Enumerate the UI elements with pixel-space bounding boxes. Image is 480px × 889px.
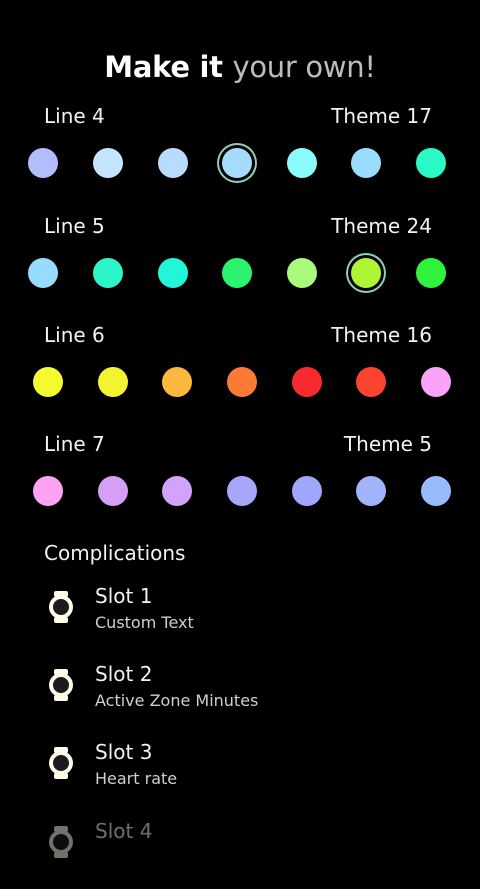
color-swatch[interactable] [351, 148, 381, 178]
line-header: Line 7 Theme 5 [0, 432, 480, 460]
line-label: Line 5 [44, 214, 105, 238]
title-part-1: Make it [104, 50, 223, 84]
color-swatch[interactable] [421, 367, 451, 397]
color-swatch[interactable] [28, 148, 58, 178]
watch-icon [48, 668, 74, 702]
color-swatch[interactable] [416, 148, 446, 178]
watch-icon [48, 590, 74, 624]
complication-slot[interactable]: Slot 2 Active Zone Minutes [0, 662, 480, 732]
theme-label: Theme 5 [343, 432, 432, 456]
color-swatch-selected[interactable] [222, 148, 252, 178]
slot-name: Slot 4 [95, 819, 153, 843]
theme-label: Theme 17 [331, 104, 432, 128]
title-part-2: your own! [232, 50, 377, 84]
complications-title: Complications [44, 541, 186, 565]
color-swatch[interactable] [33, 367, 63, 397]
color-swatch[interactable] [222, 258, 252, 288]
theme-label: Theme 24 [331, 214, 432, 238]
color-swatch[interactable] [287, 258, 317, 288]
line-header: Line 5 Theme 24 [0, 214, 480, 242]
color-swatch-selected[interactable] [351, 258, 381, 288]
color-swatch[interactable] [158, 258, 188, 288]
slot-name: Slot 3 [95, 740, 153, 764]
slot-value: Custom Text [95, 613, 194, 632]
line-header: Line 4 Theme 17 [0, 104, 480, 132]
color-swatch[interactable] [33, 476, 63, 506]
color-swatch[interactable] [93, 148, 123, 178]
complication-slot[interactable]: Slot 3 Heart rate [0, 740, 480, 810]
slot-name: Slot 1 [95, 584, 153, 608]
color-swatch[interactable] [287, 148, 317, 178]
color-swatch[interactable] [356, 367, 386, 397]
color-swatch[interactable] [416, 258, 446, 288]
complication-slot[interactable]: Slot 4 [0, 819, 480, 889]
line-header: Line 6 Theme 16 [0, 323, 480, 351]
color-swatch[interactable] [28, 258, 58, 288]
color-swatch[interactable] [356, 476, 386, 506]
color-swatch[interactable] [292, 367, 322, 397]
watch-icon [48, 746, 74, 780]
color-swatch[interactable] [227, 367, 257, 397]
line-label: Line 6 [44, 323, 105, 347]
color-swatch[interactable] [227, 476, 257, 506]
color-swatch[interactable] [421, 476, 451, 506]
slot-value: Heart rate [95, 769, 178, 788]
watch-icon [48, 825, 74, 859]
slot-name: Slot 2 [95, 662, 153, 686]
color-swatch[interactable] [93, 258, 123, 288]
line-label: Line 4 [44, 104, 105, 128]
complication-slot[interactable]: Slot 1 Custom Text [0, 584, 480, 654]
slot-value: Active Zone Minutes [95, 691, 259, 710]
color-swatch[interactable] [162, 476, 192, 506]
color-swatch[interactable] [158, 148, 188, 178]
theme-label: Theme 16 [331, 323, 432, 347]
color-swatch[interactable] [292, 476, 322, 506]
page-title: Make it your own! [0, 50, 480, 84]
color-swatch[interactable] [98, 476, 128, 506]
color-swatch[interactable] [98, 367, 128, 397]
line-label: Line 7 [44, 432, 105, 456]
color-swatch[interactable] [162, 367, 192, 397]
